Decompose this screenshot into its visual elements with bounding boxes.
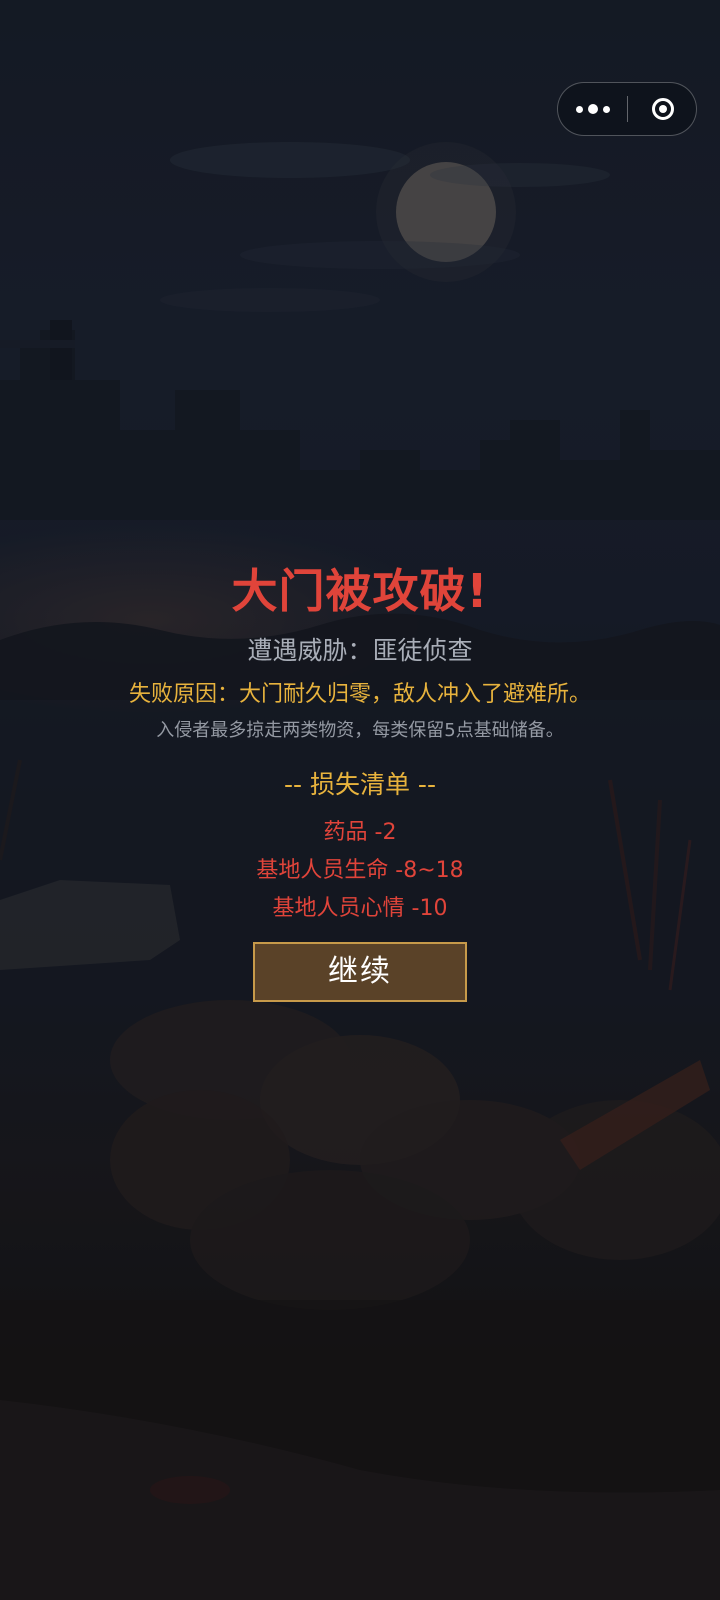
- threat-text: 遭遇威胁：匪徒侦查: [247, 636, 473, 665]
- close-miniprogram-button[interactable]: [628, 83, 697, 135]
- loss-item-health: 基地人员生命 -8~18: [256, 858, 464, 883]
- miniprogram-capsule: [557, 82, 697, 136]
- continue-button[interactable]: 继续: [253, 942, 467, 1002]
- loss-list: 药品 -2 基地人员生命 -8~18 基地人员心情 -10: [0, 814, 720, 928]
- game-screen: 大门被攻破! 遭遇威胁：匪徒侦查 失败原因：大门耐久归零，敌人冲入了避难所。 入…: [0, 0, 720, 1600]
- loot-rule-note: 入侵者最多掠走两类物资，每类保留5点基础储备。: [156, 720, 564, 741]
- loss-list-title: -- 损失清单 --: [284, 770, 436, 799]
- target-close-icon: [651, 98, 674, 120]
- more-menu-button[interactable]: [558, 83, 627, 135]
- result-title: 大门被攻破!: [231, 564, 489, 618]
- defeat-result-panel: 大门被攻破! 遭遇威胁：匪徒侦查 失败原因：大门耐久归零，敌人冲入了避难所。 入…: [0, 560, 720, 1002]
- failure-reason: 失败原因：大门耐久归零，敌人冲入了避难所。: [128, 682, 591, 707]
- more-dots-icon: [575, 104, 610, 114]
- loss-item-medicine: 药品 -2: [323, 820, 397, 845]
- loss-item-mood: 基地人员心情 -10: [272, 896, 448, 921]
